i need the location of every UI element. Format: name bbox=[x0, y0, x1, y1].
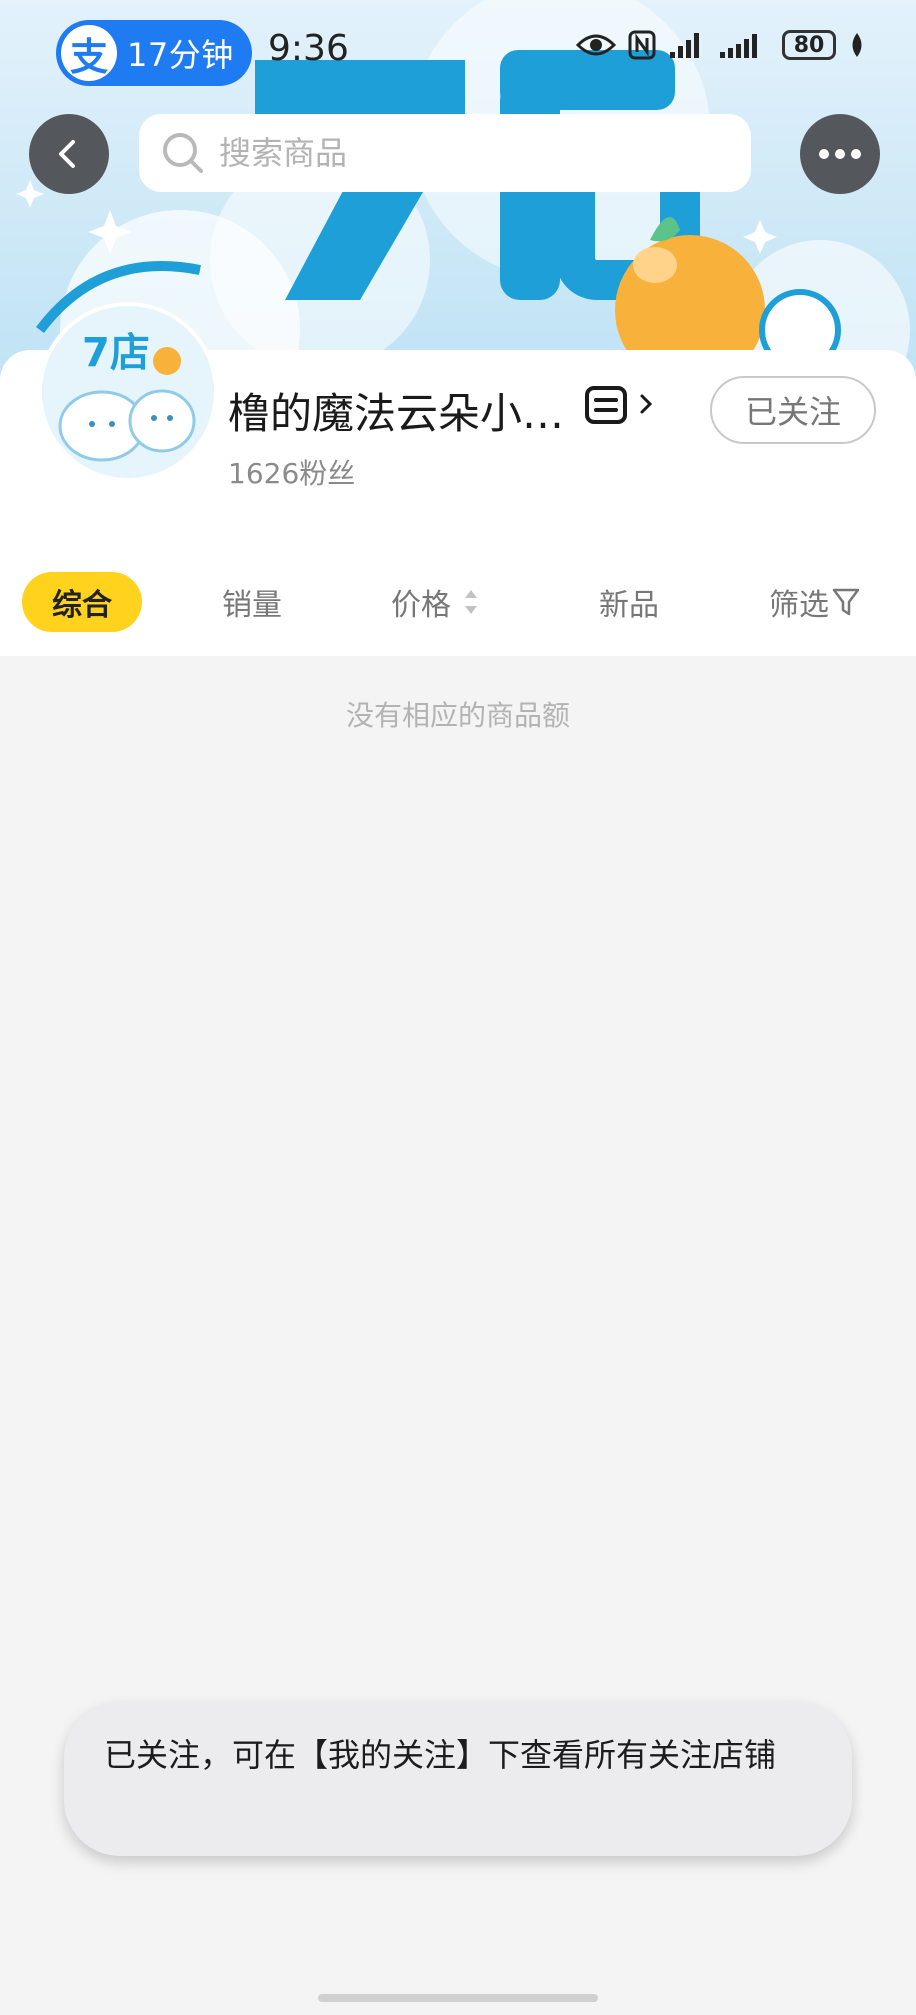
avatar-text: 7店 bbox=[82, 330, 150, 376]
sort-tabs: 综合 销量 价格 新品 筛选 bbox=[0, 560, 916, 656]
sort-arrows-icon bbox=[465, 590, 477, 614]
system-icons: 80 bbox=[576, 30, 866, 60]
alipay-timer-pill[interactable]: 支 17分钟 bbox=[56, 20, 252, 86]
tab-filter[interactable]: 筛选 bbox=[769, 572, 861, 632]
back-arrow-icon bbox=[59, 140, 75, 168]
tab-comprehensive[interactable]: 综合 bbox=[22, 572, 142, 632]
eye-icon bbox=[576, 34, 616, 56]
empty-state-message: 没有相应的商品额 bbox=[345, 699, 570, 732]
signal-icon bbox=[720, 34, 757, 58]
shop-name[interactable]: 橹的魔法云朵小… bbox=[228, 380, 564, 441]
alipay-logo-icon: 支 bbox=[61, 25, 117, 81]
home-indicator[interactable] bbox=[318, 1994, 598, 2002]
more-dots-icon bbox=[819, 149, 861, 159]
shop-profile-icon[interactable] bbox=[584, 385, 628, 425]
back-button[interactable] bbox=[29, 114, 109, 194]
search-bar[interactable] bbox=[139, 114, 751, 192]
follow-button[interactable]: 已关注 bbox=[710, 376, 876, 444]
tab-price[interactable]: 价格 bbox=[391, 572, 481, 632]
tab-label: 综合 bbox=[52, 588, 112, 623]
timer-text: 17分钟 bbox=[127, 36, 234, 74]
tab-label: 销量 bbox=[222, 588, 282, 623]
search-icon bbox=[161, 131, 205, 175]
toast-message: 已关注，可在【我的关注】下查看所有关注店铺 bbox=[64, 1702, 852, 1856]
tab-label: 筛选 bbox=[769, 588, 829, 623]
chevron-right-icon[interactable] bbox=[638, 392, 654, 416]
more-button[interactable] bbox=[800, 114, 880, 194]
status-bar: 支 17分钟 9:36 80 bbox=[0, 0, 916, 105]
tab-label: 价格 bbox=[391, 588, 451, 623]
signal-icon bbox=[670, 33, 699, 58]
search-input[interactable] bbox=[217, 133, 721, 173]
status-time: 9:36 bbox=[268, 28, 349, 69]
tab-sales[interactable]: 销量 bbox=[222, 572, 282, 632]
battery-icon: 80 bbox=[782, 30, 836, 60]
nfc-icon bbox=[628, 30, 656, 60]
filter-icon bbox=[832, 588, 860, 616]
shop-avatar[interactable]: 7店 bbox=[38, 302, 218, 482]
tab-label: 新品 bbox=[599, 588, 659, 623]
tab-new[interactable]: 新品 bbox=[599, 572, 659, 632]
leaf-icon bbox=[852, 33, 862, 57]
fans-count: 1626粉丝 bbox=[228, 457, 356, 490]
